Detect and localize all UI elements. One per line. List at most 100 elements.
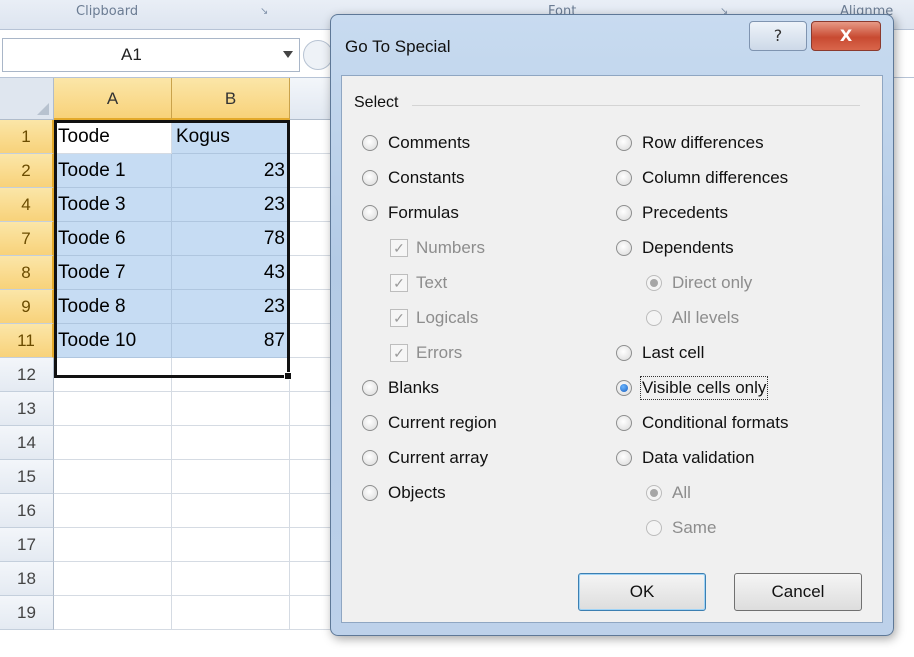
- option-objects[interactable]: Objects: [362, 480, 446, 506]
- option-visible-cells-only[interactable]: Visible cells only: [616, 375, 769, 401]
- radio-icon[interactable]: [362, 485, 378, 501]
- cell-b[interactable]: [172, 528, 290, 562]
- option-constants[interactable]: Constants: [362, 165, 465, 191]
- help-button[interactable]: ?: [749, 21, 807, 51]
- cell-b[interactable]: [172, 460, 290, 494]
- radio-icon[interactable]: [616, 415, 632, 431]
- dialog-launcher-icon[interactable]: ↘: [260, 6, 268, 17]
- radio-icon[interactable]: [616, 380, 632, 396]
- cell-b[interactable]: [172, 562, 290, 596]
- radio-icon[interactable]: [362, 380, 378, 396]
- radio-icon[interactable]: [616, 205, 632, 221]
- option-conditional-formats[interactable]: Conditional formats: [616, 410, 788, 436]
- option-label: Constants: [388, 168, 465, 187]
- cell-b[interactable]: Kogus: [172, 120, 290, 154]
- fill-handle[interactable]: [284, 372, 292, 380]
- cell-a[interactable]: [54, 562, 172, 596]
- cell-a[interactable]: Toode: [54, 120, 172, 154]
- option-label: All: [672, 483, 691, 502]
- row-header[interactable]: 13: [0, 392, 54, 426]
- option-label: Last cell: [642, 343, 705, 362]
- cell-b[interactable]: 43: [172, 256, 290, 290]
- row-header[interactable]: 16: [0, 494, 54, 528]
- row-header[interactable]: 11: [0, 324, 54, 358]
- close-button[interactable]: X: [811, 21, 881, 51]
- cell-b[interactable]: 23: [172, 188, 290, 222]
- option-blanks[interactable]: Blanks: [362, 375, 439, 401]
- cell-a[interactable]: [54, 460, 172, 494]
- cell-a[interactable]: [54, 596, 172, 630]
- option-data-validation[interactable]: Data validation: [616, 445, 754, 471]
- option-formulas[interactable]: Formulas: [362, 200, 459, 226]
- row-header[interactable]: 8: [0, 256, 54, 290]
- checkbox-icon: ✓: [390, 344, 408, 362]
- radio-icon[interactable]: [362, 170, 378, 186]
- option-dependents[interactable]: Dependents: [616, 235, 734, 261]
- cell-b[interactable]: [172, 392, 290, 426]
- row-header[interactable]: 1: [0, 120, 54, 154]
- row-header[interactable]: 9: [0, 290, 54, 324]
- option-label: Formulas: [388, 203, 459, 222]
- select-all-corner[interactable]: [0, 78, 54, 120]
- row-header[interactable]: 14: [0, 426, 54, 460]
- radio-icon[interactable]: [616, 240, 632, 256]
- column-header-b[interactable]: B: [172, 78, 290, 120]
- cell-b[interactable]: 23: [172, 154, 290, 188]
- cell-a[interactable]: Toode 8: [54, 290, 172, 324]
- cell-b[interactable]: [172, 426, 290, 460]
- cell-a[interactable]: [54, 426, 172, 460]
- option-label: Row differences: [642, 133, 764, 152]
- column-header-a[interactable]: A: [54, 78, 172, 120]
- cell-b[interactable]: [172, 494, 290, 528]
- cell-b[interactable]: 23: [172, 290, 290, 324]
- option-row-differences[interactable]: Row differences: [616, 130, 764, 156]
- cell-a[interactable]: [54, 358, 172, 392]
- option-current-region[interactable]: Current region: [362, 410, 497, 436]
- cell-a[interactable]: [54, 528, 172, 562]
- chevron-down-icon[interactable]: [283, 51, 293, 58]
- row-header[interactable]: 15: [0, 460, 54, 494]
- option-errors: ✓ Errors: [390, 340, 462, 366]
- option-current-array[interactable]: Current array: [362, 445, 488, 471]
- radio-icon: [646, 520, 662, 536]
- cell-b[interactable]: [172, 358, 290, 392]
- name-box[interactable]: A1: [2, 38, 300, 72]
- row-header[interactable]: 7: [0, 222, 54, 256]
- radio-icon[interactable]: [362, 450, 378, 466]
- row-header[interactable]: 12: [0, 358, 54, 392]
- radio-icon: [646, 485, 662, 501]
- radio-icon[interactable]: [616, 170, 632, 186]
- option-last-cell[interactable]: Last cell: [616, 340, 704, 366]
- radio-icon[interactable]: [362, 135, 378, 151]
- row-header[interactable]: 2: [0, 154, 54, 188]
- cancel-button[interactable]: Cancel: [734, 573, 862, 611]
- cell-a[interactable]: [54, 494, 172, 528]
- cell-b[interactable]: [172, 596, 290, 630]
- option-label: Errors: [416, 343, 463, 362]
- option-column-differences[interactable]: Column differences: [616, 165, 788, 191]
- option-precedents[interactable]: Precedents: [616, 200, 728, 226]
- row-header[interactable]: 19: [0, 596, 54, 630]
- row-header[interactable]: 4: [0, 188, 54, 222]
- ribbon-group-clipboard[interactable]: Clipboard: [76, 4, 138, 24]
- radio-icon[interactable]: [616, 450, 632, 466]
- cell-a[interactable]: Toode 1: [54, 154, 172, 188]
- cell-b[interactable]: 78: [172, 222, 290, 256]
- cell-a[interactable]: Toode 3: [54, 188, 172, 222]
- radio-icon[interactable]: [362, 205, 378, 221]
- cell-a[interactable]: Toode 10: [54, 324, 172, 358]
- radio-icon[interactable]: [616, 135, 632, 151]
- row-header[interactable]: 17: [0, 528, 54, 562]
- cell-b[interactable]: 87: [172, 324, 290, 358]
- radio-icon[interactable]: [616, 345, 632, 361]
- cell-a[interactable]: Toode 7: [54, 256, 172, 290]
- radio-icon[interactable]: [362, 415, 378, 431]
- option-comments[interactable]: Comments: [362, 130, 470, 156]
- option-label: Data validation: [642, 448, 755, 467]
- formula-cancel-button[interactable]: [303, 40, 333, 70]
- row-header[interactable]: 18: [0, 562, 54, 596]
- ok-button[interactable]: OK: [578, 573, 706, 611]
- option-label: All levels: [672, 308, 740, 327]
- cell-a[interactable]: [54, 392, 172, 426]
- cell-a[interactable]: Toode 6: [54, 222, 172, 256]
